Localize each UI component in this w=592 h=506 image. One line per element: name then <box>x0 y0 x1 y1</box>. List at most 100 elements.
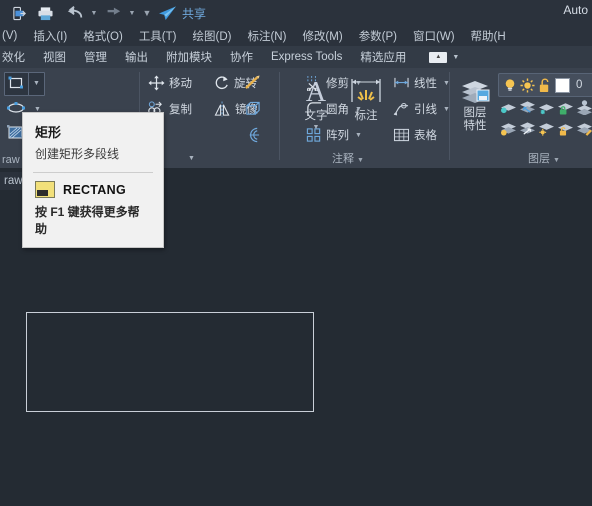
table-icon <box>393 128 410 142</box>
layer-unlock-icon[interactable] <box>557 121 574 136</box>
stretch-icon[interactable] <box>244 75 261 91</box>
menu-item-view[interactable]: (V) <box>0 30 25 42</box>
ribbon-options-chevron-icon[interactable]: ▼ <box>452 54 459 61</box>
tooltip-title: 矩形 <box>35 125 62 140</box>
dimension-icon <box>349 76 383 106</box>
menu-item-window[interactable]: 窗口(W) <box>405 28 463 44</box>
menu-item-help[interactable]: 帮助(H <box>463 28 514 44</box>
tab-featured-apps[interactable]: 精选应用 <box>351 49 415 65</box>
tooltip-help-text: 按 F1 键获得更多帮助 <box>35 205 140 236</box>
sun-icon[interactable] <box>520 77 535 93</box>
layer-previous-icon[interactable] <box>576 100 592 115</box>
panel-layer: 图层 特性 0 图层 ▼ <box>450 68 592 168</box>
layer-merge-icon[interactable] <box>519 100 536 115</box>
panel-annotation-label[interactable]: 注释 ▼ <box>332 150 364 166</box>
app-title: Auto <box>563 3 588 17</box>
tab-output[interactable]: 输出 <box>116 49 157 65</box>
button-text[interactable]: A 文字 ▼ <box>291 76 341 131</box>
rectangle-tool-icon[interactable] <box>7 75 25 91</box>
panel-layer-chevron-icon[interactable]: ▼ <box>553 157 560 164</box>
panel-draw-label-text: raw <box>2 154 20 166</box>
lightbulb-on-icon[interactable] <box>503 78 517 93</box>
export-icon[interactable] <box>6 1 32 25</box>
layer-properties-icon <box>458 76 492 106</box>
menu-item-format[interactable]: 格式(O) <box>75 28 131 44</box>
menu-item-dimension[interactable]: 标注(N) <box>239 28 294 44</box>
layer-off-icon[interactable] <box>500 121 517 136</box>
menu-item-draw[interactable]: 绘图(D) <box>185 28 240 44</box>
layer-match-icon[interactable] <box>576 121 592 136</box>
redo-icon[interactable] <box>100 1 126 25</box>
ribbon-tab-bar: 效化 视图 管理 输出 附加模块 协作 Express Tools 精选应用 ▲… <box>0 46 592 68</box>
button-leader-label: 引线 <box>414 104 437 116</box>
menu-item-tools[interactable]: 工具(T) <box>131 28 185 44</box>
panel-annotation-label-text: 注释 <box>332 153 354 165</box>
layer-freeze-icon[interactable] <box>538 100 555 115</box>
rectang-command-icon <box>35 181 55 198</box>
menu-item-parameters[interactable]: 参数(P) <box>351 28 405 44</box>
svg-text:A: A <box>306 77 327 106</box>
tab-addins[interactable]: 附加模块 <box>157 49 221 65</box>
undo-dropdown-icon[interactable]: ▼ <box>88 1 100 25</box>
leader-icon <box>393 102 410 116</box>
print-icon[interactable] <box>32 1 58 25</box>
quick-access-toolbar: ▼ ▼ ▼ 共享 Auto <box>0 0 592 26</box>
current-layer-name[interactable]: 0 <box>576 79 582 91</box>
layer-color-swatch[interactable] <box>555 77 570 93</box>
undo-icon[interactable] <box>62 1 88 25</box>
share-plane-icon[interactable] <box>156 1 178 25</box>
panel-separator-2 <box>279 72 280 160</box>
panel-annotation-chevron-icon[interactable]: ▼ <box>357 157 364 164</box>
menu-item-modify[interactable]: 修改(M) <box>294 28 350 44</box>
rotate-icon <box>214 75 230 91</box>
tooltip-command-row: RECTANG <box>23 173 163 201</box>
panel-layer-label-text: 图层 <box>528 153 550 165</box>
button-layer-properties[interactable]: 图层 特性 <box>452 76 498 133</box>
menu-item-insert[interactable]: 插入(I) <box>25 28 75 44</box>
panel-modify-expand-icon[interactable]: ▼ <box>188 155 195 162</box>
text-dropdown-icon[interactable]: ▼ <box>313 124 320 131</box>
unlock-icon[interactable] <box>538 78 551 93</box>
tab-collaborate[interactable]: 协作 <box>221 49 262 65</box>
button-dimension[interactable]: 标注 <box>341 76 391 123</box>
linear-dimension-icon <box>393 76 410 90</box>
button-move-label: 移动 <box>169 78 192 90</box>
move-icon <box>148 75 165 91</box>
layer-thaw-icon[interactable] <box>538 121 555 136</box>
panel-annotation: A 文字 ▼ 标注 线性 ▼ 引线 ▼ 表格 注释 ▼ <box>285 68 450 168</box>
menu-bar: (V) 插入(I) 格式(O) 工具(T) 绘图(D) 标注(N) 修改(M) … <box>0 26 592 46</box>
autocad-window: ▼ ▼ ▼ 共享 Auto (V) 插入(I) 格式(O) 工具(T) 绘图(D… <box>0 0 592 506</box>
tab-view[interactable]: 视图 <box>34 49 75 65</box>
tooltip-command: RECTANG <box>63 182 126 197</box>
button-table[interactable]: 表格 <box>393 127 437 143</box>
text-icon: A <box>301 76 331 106</box>
tab-express-tools[interactable]: Express Tools <box>262 51 351 63</box>
layer-isolate-icon[interactable] <box>500 100 517 115</box>
button-linear[interactable]: 线性 ▼ <box>393 75 450 91</box>
rectangle-tooltip: 矩形 创建矩形多段线 RECTANG 按 F1 键获得更多帮助 <box>22 112 164 248</box>
share-label[interactable]: 共享 <box>182 5 206 22</box>
button-copy-label: 复制 <box>169 104 192 116</box>
document-tab-label: raw <box>4 175 23 187</box>
ribbon-minimize-button[interactable]: ▲ <box>429 51 448 63</box>
button-move[interactable]: 移动 <box>148 75 192 91</box>
tooltip-description: 创建矩形多段线 <box>35 147 120 161</box>
customize-dropdown-icon[interactable]: ▼ <box>138 1 156 25</box>
drawn-rectangle[interactable] <box>26 312 314 412</box>
button-text-label: 文字 <box>304 110 328 122</box>
offset-icon[interactable] <box>244 127 261 143</box>
mirror-icon <box>214 101 231 117</box>
rectangle-dropdown-icon[interactable]: ▼ <box>33 80 40 87</box>
layer-lock-icon[interactable] <box>557 100 574 115</box>
panel-layer-label[interactable]: 图层 ▼ <box>528 150 560 166</box>
layer-unisolate-icon[interactable] <box>519 121 536 136</box>
layer-status-strip[interactable]: 0 <box>498 73 592 97</box>
layer-properties-label-2: 特性 <box>463 120 487 132</box>
button-linear-label: 线性 <box>414 78 437 90</box>
scale-3d-icon[interactable] <box>244 101 261 117</box>
tab-manage[interactable]: 管理 <box>75 49 116 65</box>
button-leader[interactable]: 引线 ▼ <box>393 101 450 117</box>
button-dimension-label: 标注 <box>354 110 378 122</box>
redo-dropdown-icon[interactable]: ▼ <box>126 1 138 25</box>
tab-visualize[interactable]: 效化 <box>0 49 34 65</box>
